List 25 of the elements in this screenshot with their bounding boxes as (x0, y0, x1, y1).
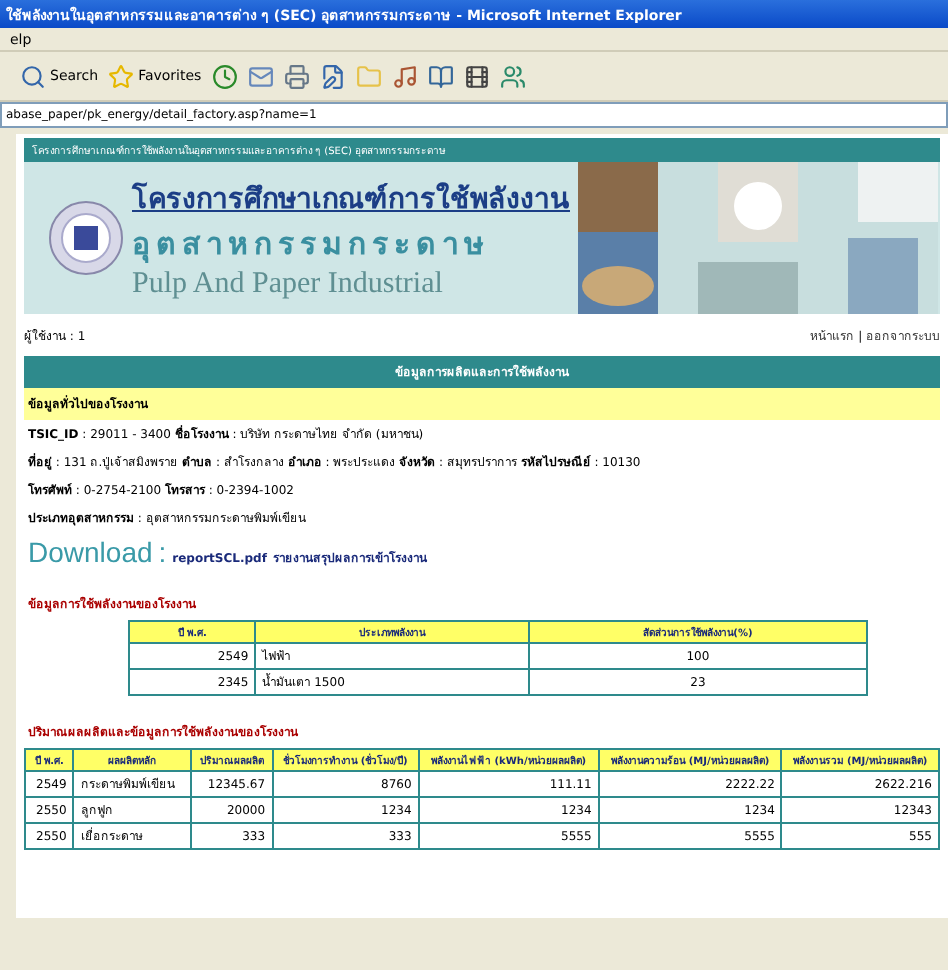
book-button[interactable] (427, 63, 454, 89)
clock-button[interactable] (211, 63, 238, 89)
search-icon (20, 63, 46, 89)
download-label: Download (28, 536, 153, 568)
book-icon (427, 63, 454, 89)
document-button[interactable] (319, 63, 346, 89)
document-icon (319, 63, 346, 89)
music-icon (391, 63, 418, 89)
people-button[interactable] (499, 63, 526, 89)
clock-icon (211, 63, 238, 89)
separator: : (158, 536, 167, 568)
mail-icon (247, 63, 274, 89)
printer-button[interactable] (283, 63, 310, 89)
printer-icon (283, 63, 310, 89)
folder-icon (355, 63, 382, 89)
people-icon (499, 63, 526, 89)
mail-button[interactable] (247, 63, 274, 89)
music-button[interactable] (391, 63, 418, 89)
banner-title: โครงการศึกษาเกณฑ์การใช้พลังงาน (132, 180, 570, 219)
film-icon (463, 63, 490, 89)
banner-english-title: Pulp And Paper Industrial (132, 267, 445, 301)
banner-subtitle: อุตสาหกรรมกระดาษ (132, 223, 492, 267)
seal-icon (48, 200, 124, 276)
film-button[interactable] (463, 63, 490, 89)
star-icon (108, 63, 135, 89)
